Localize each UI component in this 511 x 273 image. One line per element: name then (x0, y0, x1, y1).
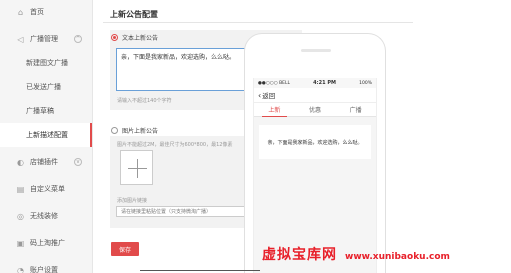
chevron-down-icon: v (74, 158, 82, 166)
sidebar-item-label: 店铺插件 (30, 158, 58, 166)
image-hint: 图片不能超过2M，最佳尺寸为600*800，最12像素 (117, 142, 233, 148)
divider (140, 270, 260, 271)
image-upload-button[interactable] (120, 150, 153, 185)
radio-unchecked[interactable] (111, 127, 118, 134)
status-time: 4:21 PM (313, 80, 336, 86)
sidebar-item-label: 新建图文广播 (26, 59, 68, 67)
qrcode-icon: ▣ (16, 238, 25, 248)
sidebar-item-new-broadcast[interactable]: 新建图文广播 (0, 51, 92, 75)
battery: 100% (359, 80, 372, 86)
link-label: 添加图片链接 (117, 198, 148, 204)
sidebar-item-label: 账户设置 (30, 266, 58, 273)
image-notice-option[interactable]: 图片上新公告 (111, 126, 158, 135)
sidebar-item-drafts[interactable]: 广播草稿 (0, 99, 92, 123)
sidebar-item-label: 无线装修 (30, 212, 58, 220)
speaker-icon: ◁ (17, 34, 24, 44)
sidebar-item-label: 广播管理 (30, 35, 58, 43)
menu-icon: ▤ (16, 184, 25, 194)
back-icon[interactable]: ‹ (258, 91, 261, 100)
tab-broadcast[interactable]: 广播 (335, 103, 376, 116)
sidebar-item-label: 码上淘推广 (30, 239, 65, 247)
divider (103, 22, 413, 23)
sidebar-item-account-settings[interactable]: ◔ 账户设置 (0, 258, 92, 273)
account-icon: ◔ (17, 265, 24, 273)
phone-preview: ●●○○○ BELL 4:21 PM 100% ‹ 返回 上新 优惠 广播 亲，… (244, 33, 386, 273)
decor-icon: ◎ (17, 211, 24, 221)
watermark: 虚拟宝库网 www.xunibaoku.com (262, 244, 450, 264)
sidebar-item-sent-broadcasts[interactable]: 已发送广播 (0, 75, 92, 99)
phone-speaker (301, 49, 331, 52)
app-bar: ‹ 返回 (254, 88, 376, 103)
image-notice-label: 图片上新公告 (122, 128, 159, 135)
chevron-up-icon: ^ (74, 35, 82, 43)
tab-discount[interactable]: 优惠 (295, 103, 336, 116)
sidebar-item-new-notice-config[interactable]: 上新描述配置 (0, 123, 92, 147)
carrier: ●●○○○ BELL (258, 80, 291, 86)
phone-tabs: 上新 优惠 广播 (254, 103, 376, 117)
sidebar-item-label: 已发送广播 (26, 83, 61, 91)
plugin-icon: ◐ (17, 157, 24, 167)
text-hint: 请输入不超过140个字符 (117, 98, 172, 104)
sidebar-item-label: 上新描述配置 (26, 131, 68, 139)
sidebar-item-label: 自定义菜单 (30, 185, 65, 193)
sidebar-item-home[interactable]: ⌂ 首页 (0, 0, 92, 24)
sidebar: ⌂ 首页 ◁ 广播管理 ^ 新建图文广播 已发送广播 广播草稿 上新描述配置 ◐… (0, 0, 93, 273)
tab-new[interactable]: 上新 (254, 103, 295, 117)
radio-checked[interactable] (111, 34, 118, 41)
sidebar-item-label: 广播草稿 (26, 107, 54, 115)
sidebar-item-wireless-decor[interactable]: ◎ 无线装修 (0, 204, 92, 228)
status-bar: ●●○○○ BELL 4:21 PM 100% (254, 78, 376, 88)
sidebar-item-broadcast-management[interactable]: ◁ 广播管理 ^ (0, 27, 92, 51)
text-notice-label: 文本上新公告 (122, 35, 159, 42)
home-icon: ⌂ (17, 7, 24, 17)
text-notice-option[interactable]: 文本上新公告 (111, 33, 158, 42)
notice-preview-card: 亲，下面是我家新品，欢迎选购，么么哒。 (259, 125, 371, 159)
watermark-cn: 虚拟宝库网 (262, 247, 337, 263)
sidebar-item-shop-plugins[interactable]: ◐ 店铺插件 v (0, 150, 92, 174)
sidebar-item-qrcode-promo[interactable]: ▣ 码上淘推广 (0, 231, 92, 255)
watermark-url: www.xunibaoku.com (345, 252, 450, 262)
page-title: 上新公告配置 (110, 10, 158, 19)
sidebar-item-custom-menu[interactable]: ▤ 自定义菜单 (0, 177, 92, 201)
back-label[interactable]: 返回 (262, 90, 275, 100)
save-button[interactable]: 保存 (111, 242, 139, 256)
sidebar-item-label: 首页 (30, 8, 44, 16)
